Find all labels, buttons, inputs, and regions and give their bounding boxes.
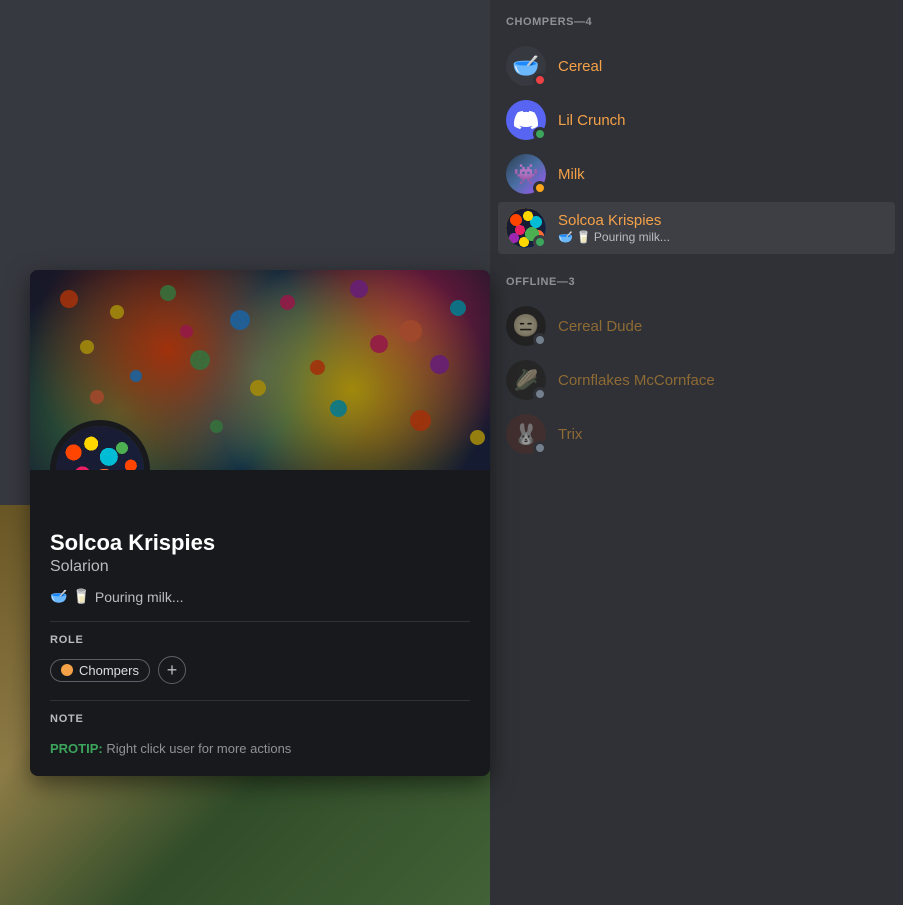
avatar-wrapper-cereal: 🥣 — [506, 46, 546, 86]
note-section-label: NOTE — [50, 713, 470, 725]
member-info-cereal: Cereal — [558, 58, 887, 75]
member-info-cereal-dude: Cereal Dude — [558, 318, 887, 335]
member-name-lil-crunch: Lil Crunch — [558, 112, 887, 129]
divider-1 — [50, 621, 470, 622]
member-activity-solcoa: 🥣 🥛 Pouring milk... — [558, 230, 887, 244]
avatar-wrapper-cereal-dude: 😑 — [506, 306, 546, 346]
plus-icon: + — [167, 660, 178, 681]
status-dot-milk — [533, 181, 547, 195]
section-header-chompers: CHOMPERS—4 — [498, 16, 895, 36]
avatar-wrapper-lil-crunch — [506, 100, 546, 140]
avatar-wrapper-cornflakes: 🌽 — [506, 360, 546, 400]
role-section-label: ROLE — [50, 634, 470, 646]
status-dot-cereal — [533, 73, 547, 87]
status-dot-cereal-dude — [533, 333, 547, 347]
protip-label: PROTIP: — [50, 741, 103, 756]
protip-text: Right click user for more actions — [106, 741, 291, 756]
role-badge-chompers: Chompers — [50, 659, 150, 682]
member-name-solcoa: Solcoa Krispies — [558, 212, 887, 229]
member-name-trix: Trix — [558, 426, 887, 443]
status-dot-trix — [533, 441, 547, 455]
member-item-cornflakes[interactable]: 🌽 Cornflakes McCornface — [498, 354, 895, 406]
activity-emoji: 🥣 — [50, 588, 67, 605]
status-dot-cornflakes — [533, 387, 547, 401]
profile-popup: Solcoa Krispies Solarion 🥣 🥛 Pouring mil… — [30, 270, 490, 776]
activity-icon-milk: 🥛 — [576, 230, 591, 244]
member-info-lil-crunch: Lil Crunch — [558, 112, 887, 129]
member-info-milk: Milk — [558, 166, 887, 183]
member-item-solcoa[interactable]: Solcoa Krispies 🥣 🥛 Pouring milk... — [498, 202, 895, 254]
divider-2 — [50, 700, 470, 701]
activity-text: Pouring milk... — [95, 589, 184, 605]
profile-discriminator: Solarion — [50, 558, 470, 576]
activity-icon-bowl: 🥣 — [558, 230, 573, 244]
avatar-wrapper-solcoa — [506, 208, 546, 248]
member-name-milk: Milk — [558, 166, 887, 183]
profile-body: Solcoa Krispies Solarion 🥣 🥛 Pouring mil… — [30, 470, 490, 776]
profile-activity: 🥣 🥛 Pouring milk... — [50, 588, 470, 605]
role-list: Chompers + — [50, 656, 470, 684]
member-info-solcoa: Solcoa Krispies 🥣 🥛 Pouring milk... — [558, 212, 887, 244]
add-role-button[interactable]: + — [158, 656, 186, 684]
member-item-milk[interactable]: 👾 Milk — [498, 148, 895, 200]
member-list-panel: CHOMPERS—4 🥣 Cereal Lil Crunch — [490, 0, 903, 905]
member-name-cornflakes: Cornflakes McCornface — [558, 372, 887, 389]
protip: PROTIP: Right click user for more action… — [50, 741, 470, 756]
note-section: NOTE — [50, 713, 470, 725]
member-name-cereal: Cereal — [558, 58, 887, 75]
profile-avatar-container — [50, 420, 150, 470]
status-dot-lil-crunch — [533, 127, 547, 141]
profile-username: Solcoa Krispies — [50, 530, 470, 556]
role-color-dot — [61, 664, 73, 676]
member-info-cornflakes: Cornflakes McCornface — [558, 372, 887, 389]
member-item-cereal[interactable]: 🥣 Cereal — [498, 40, 895, 92]
role-name: Chompers — [79, 663, 139, 678]
profile-avatar — [50, 420, 150, 470]
activity-text-solcoa: Pouring milk... — [594, 230, 670, 244]
member-item-trix[interactable]: 🐰 Trix — [498, 408, 895, 460]
member-item-lil-crunch[interactable]: Lil Crunch — [498, 94, 895, 146]
member-item-cereal-dude[interactable]: 😑 Cereal Dude — [498, 300, 895, 352]
member-name-cereal-dude: Cereal Dude — [558, 318, 887, 335]
status-dot-solcoa — [533, 235, 547, 249]
member-info-trix: Trix — [558, 426, 887, 443]
avatar-wrapper-trix: 🐰 — [506, 414, 546, 454]
profile-banner — [30, 270, 490, 470]
avatar-wrapper-milk: 👾 — [506, 154, 546, 194]
activity-emoji2: 🥛 — [72, 588, 89, 605]
section-header-offline: OFFLINE—3 — [498, 276, 895, 296]
